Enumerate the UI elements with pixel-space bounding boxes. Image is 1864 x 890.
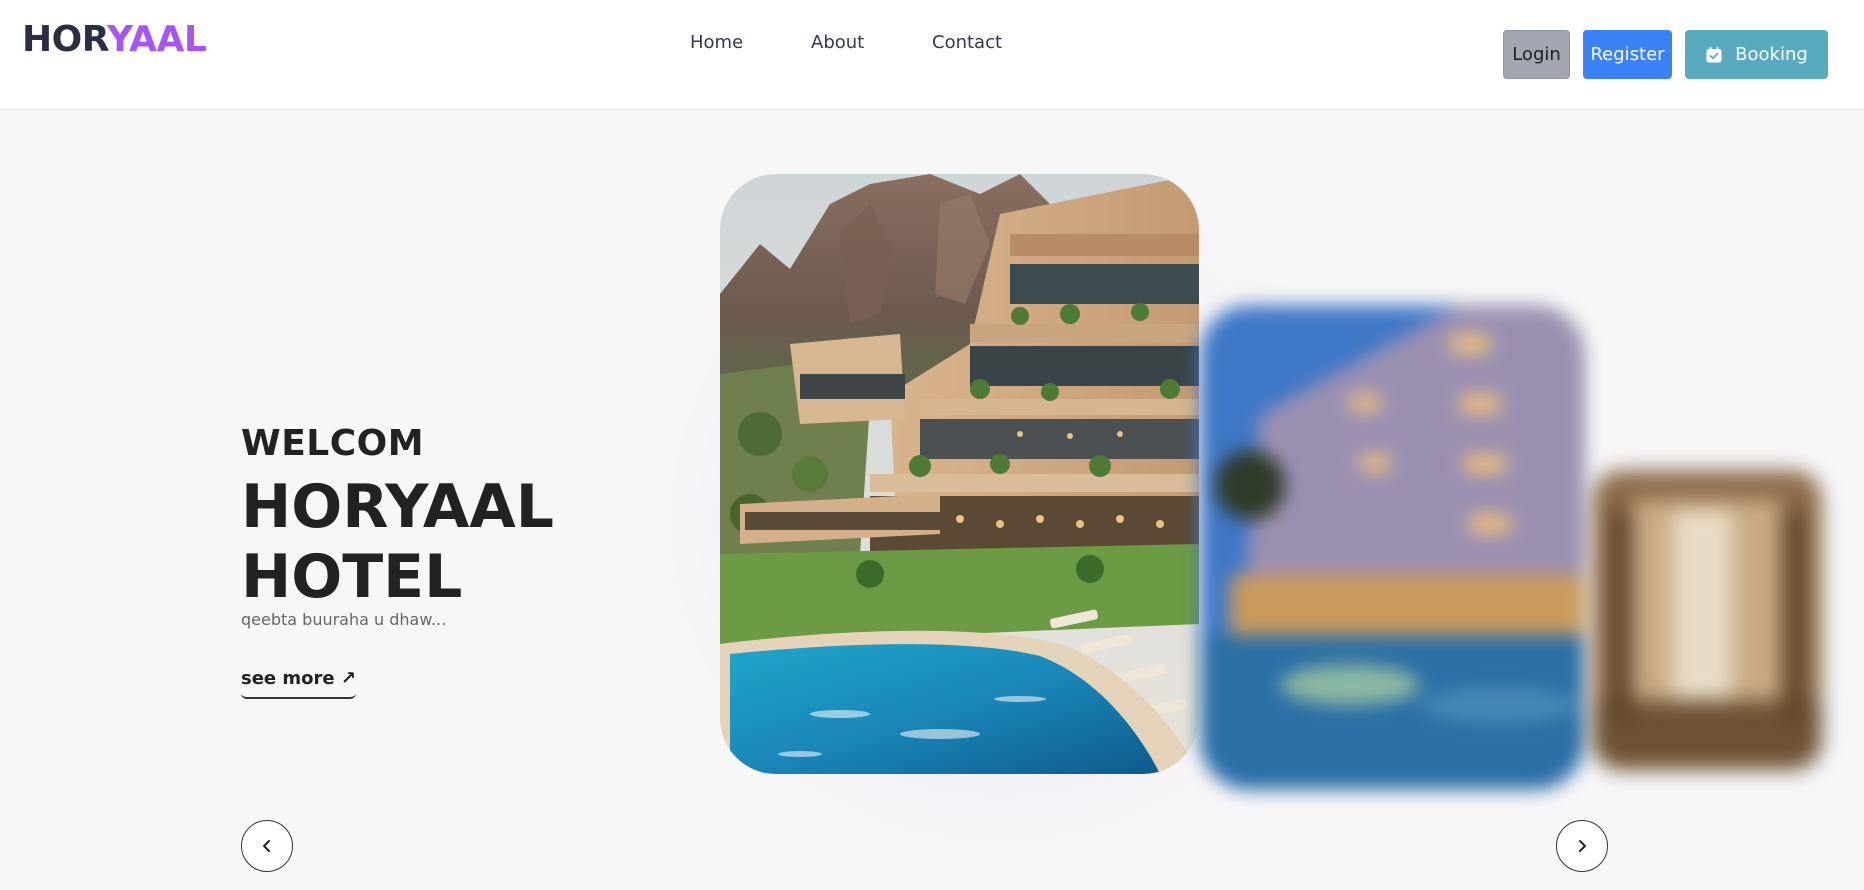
login-button[interactable]: Login: [1503, 30, 1570, 79]
hero-text-block: WELCOM HORYAAL HOTEL qeebta buuraha u dh…: [241, 420, 601, 699]
site-header: HORYAAL Home About Contact Login Registe…: [0, 0, 1864, 110]
carousel-slide-after-next[interactable]: [1592, 470, 1822, 770]
hotel-building-pool-image: [1200, 305, 1585, 790]
nav-home-link[interactable]: Home: [690, 28, 743, 58]
chevron-left-icon: [263, 840, 270, 852]
carousel-slide-active[interactable]: [720, 174, 1199, 774]
hero-subtitle: qeebta buuraha u dhaw...: [241, 610, 447, 629]
booking-button[interactable]: Booking: [1685, 30, 1828, 79]
booking-button-label: Booking: [1735, 44, 1808, 65]
hero-welcome-heading: WELCOM: [241, 423, 425, 464]
brand-logo-part2: YAAL: [106, 19, 207, 60]
nav-about-link[interactable]: About: [811, 28, 864, 58]
brand-logo[interactable]: HORYAAL: [22, 18, 207, 62]
mountain-resort-pool-image: [720, 174, 1199, 774]
hero-hotel-title: HORYAAL HOTEL: [241, 472, 554, 612]
register-button[interactable]: Register: [1583, 30, 1672, 79]
calendar-check-icon: [1705, 46, 1723, 64]
brand-logo-part1: HOR: [22, 19, 107, 60]
login-button-label: Login: [1512, 44, 1561, 65]
nav-contact-link[interactable]: Contact: [932, 28, 1002, 58]
register-button-label: Register: [1590, 44, 1665, 65]
hotel-interior-image: [1592, 470, 1822, 770]
carousel-next-button[interactable]: [1556, 820, 1608, 872]
see-more-link[interactable]: see more ↗: [241, 668, 356, 699]
carousel-slide-next[interactable]: [1200, 305, 1585, 790]
carousel-prev-button[interactable]: [241, 820, 293, 872]
chevron-right-icon: [1579, 840, 1586, 852]
